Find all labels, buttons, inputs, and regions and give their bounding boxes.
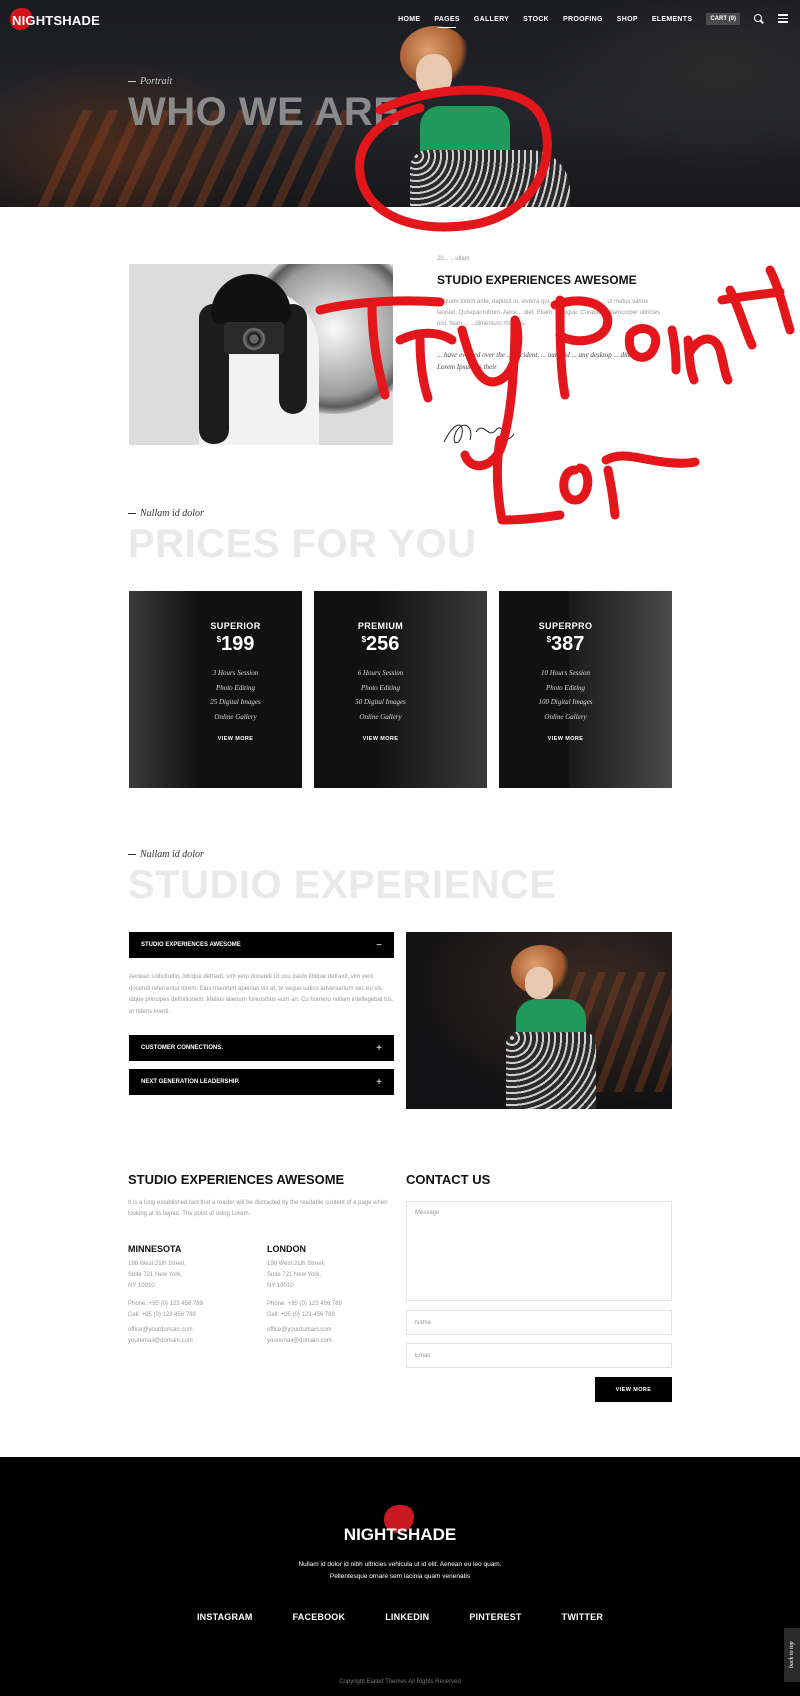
- logo-text: NIGHTSHADE: [12, 12, 100, 28]
- social-links: INSTAGRAM FACEBOOK LINKEDIN PINTEREST TW…: [0, 1612, 800, 1622]
- social-twitter[interactable]: TWITTER: [562, 1612, 603, 1622]
- plan-name: PREMIUM: [357, 621, 404, 631]
- social-instagram[interactable]: INSTAGRAM: [197, 1612, 253, 1622]
- nav-home[interactable]: HOME: [398, 16, 420, 23]
- view-more-button[interactable]: VIEW MORE: [363, 736, 399, 742]
- office-address: 198 West 21th Street, Suite 721 New York…: [128, 1261, 186, 1289]
- plan-price: $199: [216, 633, 255, 655]
- nav-proofing[interactable]: PROOFING: [563, 16, 603, 23]
- signature-image: [443, 424, 515, 444]
- contact-title: CONTACT US: [406, 1172, 491, 1187]
- accordion-item-studio-experiences[interactable]: STUDIO EXPERIENCES AWESOME −: [129, 932, 394, 958]
- info-title: STUDIO EXPERIENCES AWESOME: [128, 1172, 345, 1187]
- about-quote: ... have evolved over the ... accident, …: [437, 351, 653, 371]
- hero-model-image: [390, 20, 590, 207]
- plan-features: 6 Hours Session Photo Editing 50 Digital…: [355, 669, 406, 721]
- message-field[interactable]: [406, 1201, 672, 1301]
- hero-title: WHO WE ARE: [128, 90, 401, 134]
- office-city-minnesota: MINNESOTA: [128, 1244, 182, 1254]
- plan-name: SUPERPRO: [538, 621, 593, 631]
- main-nav: HOME PAGES GALLERY STOCK PROOFING SHOP E…: [398, 13, 788, 28]
- about-title: STUDIO EXPERIENCES AWESOME: [437, 273, 637, 287]
- nav-shop[interactable]: SHOP: [617, 16, 638, 23]
- accordion-item-customer-connections[interactable]: CUSTOMER CONNECTIONS. +: [129, 1035, 394, 1061]
- plan-name: SUPERIOR: [210, 621, 261, 631]
- info-paragraph: It is a long established fact that a rea…: [128, 1200, 388, 1217]
- menu-icon[interactable]: [778, 14, 788, 24]
- studio-title: STUDIO EXPERIENCE: [128, 863, 557, 907]
- footer-logo[interactable]: NIGHTSHADE: [0, 1525, 800, 1545]
- accordion-title: NEXT GENERATION LEADERSHIP.: [141, 1079, 240, 1085]
- accordion-title: STUDIO EXPERIENCES AWESOME: [141, 942, 241, 948]
- plus-icon: +: [376, 1042, 382, 1054]
- cart-button[interactable]: CART (0): [706, 13, 740, 25]
- hero-section: NIGHTSHADE HOME PAGES GALLERY STOCK PROO…: [0, 0, 800, 207]
- hero-subtitle: Portrait: [128, 76, 172, 87]
- email-link[interactable]: office@yourdomain.com: [267, 1325, 332, 1336]
- prices-kicker: Nullam id dolor: [128, 508, 204, 519]
- price-card-superpro: SUPERPRO $387 10 Hours Session Photo Edi…: [499, 591, 672, 788]
- about-kicker: 20... ...ullam: [437, 256, 470, 262]
- nav-stock[interactable]: STOCK: [523, 16, 549, 23]
- plan-price: $387: [546, 633, 585, 655]
- back-to-top-button[interactable]: back to top: [784, 1628, 800, 1682]
- name-field[interactable]: [406, 1310, 672, 1335]
- plan-features: 3 Hours Session Photo Editing 25 Digital…: [210, 669, 261, 721]
- prices-title: PRICES FOR YOU: [128, 522, 477, 566]
- email-field[interactable]: [406, 1343, 672, 1368]
- nav-pages[interactable]: PAGES: [434, 16, 460, 28]
- office-phones: Phone: +95 (0) 123 456 789 Cell: +95 (0)…: [267, 1301, 342, 1318]
- site-logo[interactable]: NIGHTSHADE: [10, 8, 100, 30]
- view-more-button[interactable]: VIEW MORE: [548, 736, 584, 742]
- about-paragraph: Aliquam lorem ante, dapibut in, viverra …: [437, 299, 661, 327]
- footer-description: Nullam id dolor id nibh ultricies vehicu…: [298, 1561, 502, 1580]
- office-emails: office@yourdomain.com youremail@domain.c…: [128, 1325, 193, 1347]
- office-city-london: LONDON: [267, 1244, 306, 1254]
- social-linkedin[interactable]: LINKEDIN: [385, 1612, 429, 1622]
- office-address: 198 West 21th Street, Suite 721 New York…: [267, 1261, 325, 1289]
- search-icon[interactable]: [754, 14, 764, 24]
- social-pinterest[interactable]: PINTEREST: [469, 1612, 521, 1622]
- minus-icon: −: [376, 939, 382, 951]
- nav-gallery[interactable]: GALLERY: [474, 16, 509, 23]
- office-emails: office@yourdomain.com youremail@domain.c…: [267, 1325, 332, 1347]
- studio-kicker: Nullam id dolor: [128, 849, 204, 860]
- nav-elements[interactable]: ELEMENTS: [652, 16, 693, 23]
- studio-model-image: [406, 932, 672, 1109]
- accordion-item-next-generation[interactable]: NEXT GENERATION LEADERSHIP. +: [129, 1069, 394, 1095]
- plan-price: $256: [361, 633, 400, 655]
- office-phones: Phone: +95 (0) 123 456 789 Cell: +95 (0)…: [128, 1301, 203, 1318]
- view-more-button[interactable]: VIEW MORE: [218, 736, 254, 742]
- email-link[interactable]: youremail@domain.com: [267, 1336, 332, 1347]
- plus-icon: +: [376, 1076, 382, 1088]
- price-card-superior: SUPERIOR $199 3 Hours Session Photo Edit…: [129, 591, 302, 788]
- photographer-image: [129, 264, 393, 445]
- accordion-body: Aenean sollicitudin, lobique detraxit, v…: [129, 974, 394, 1015]
- social-facebook[interactable]: FACEBOOK: [293, 1612, 346, 1622]
- email-link[interactable]: office@yourdomain.com: [128, 1325, 193, 1336]
- footer: NIGHTSHADE Nullam id dolor id nibh ultri…: [0, 1457, 800, 1696]
- price-card-premium: PREMIUM $256 6 Hours Session Photo Editi…: [314, 591, 487, 788]
- contact-submit-button[interactable]: VIEW MORE: [595, 1377, 672, 1402]
- accordion-title: CUSTOMER CONNECTIONS.: [141, 1045, 223, 1051]
- copyright: Copyright Elated Themes All Rights Reser…: [339, 1679, 461, 1685]
- email-link[interactable]: youremail@domain.com: [128, 1336, 193, 1347]
- plan-features: 10 Hours Session Photo Editing 100 Digit…: [538, 669, 593, 721]
